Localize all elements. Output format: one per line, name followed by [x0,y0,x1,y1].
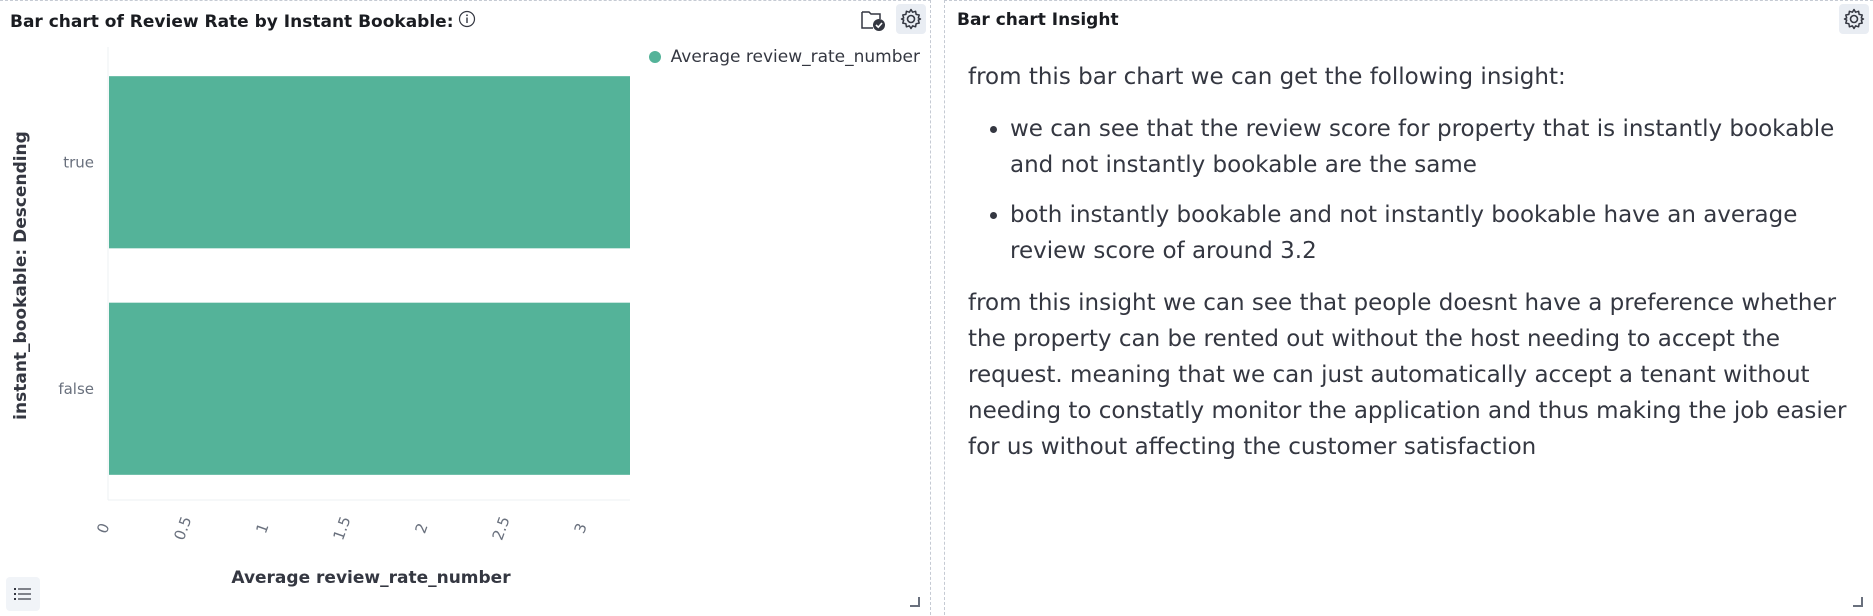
chart-legend[interactable]: Average review_rate_number [648,47,920,67]
x-tick-label: 3 [571,521,591,536]
y-axis-title: instant_bookable: Descending [11,131,31,420]
x-tick-label: 1.5 [329,514,354,543]
resize-handle[interactable] [1853,597,1863,607]
insight-text: from this bar chart we can get the follo… [968,59,1848,465]
legend-label: Average review_rate_number [670,47,920,67]
resize-handle[interactable] [910,597,920,607]
bar [109,76,630,249]
x-tick-label: 2.5 [489,514,514,543]
y-tick-label: true [63,153,94,171]
y-tick-label: false [58,380,94,398]
insight-bullet-list: we can see that the review score for pro… [968,111,1848,269]
chart-panel: Bar chart of Review Rate by Instant Book… [0,0,931,615]
x-tick-label: 2 [412,521,432,536]
bar [109,302,630,475]
insight-intro: from this bar chart we can get the follo… [968,64,1566,90]
insight-conclusion: from this insight we can see that people… [968,290,1847,460]
x-tick-label: 0 [93,521,113,536]
gear-icon[interactable] [1839,4,1869,34]
bar-chart: true false 0 0.5 1 1.5 2 2.5 3 Average review_rat… [11,47,630,588]
insight-title-text: Bar chart Insight [957,10,1119,30]
x-axis-title: Average review_rate_number [231,568,511,588]
insight-panel-title: Bar chart Insight [957,10,1119,30]
insight-bullet: both instantly bookable and not instantl… [1010,197,1848,269]
insight-panel: Bar chart Insight from this bar chart we… [944,0,1873,615]
x-tick-label: 1 [252,521,272,536]
legend-swatch [648,51,661,63]
list-icon[interactable] [6,577,40,611]
x-tick-label: 0.5 [170,514,195,543]
insight-bullet: we can see that the review score for pro… [1010,111,1848,183]
